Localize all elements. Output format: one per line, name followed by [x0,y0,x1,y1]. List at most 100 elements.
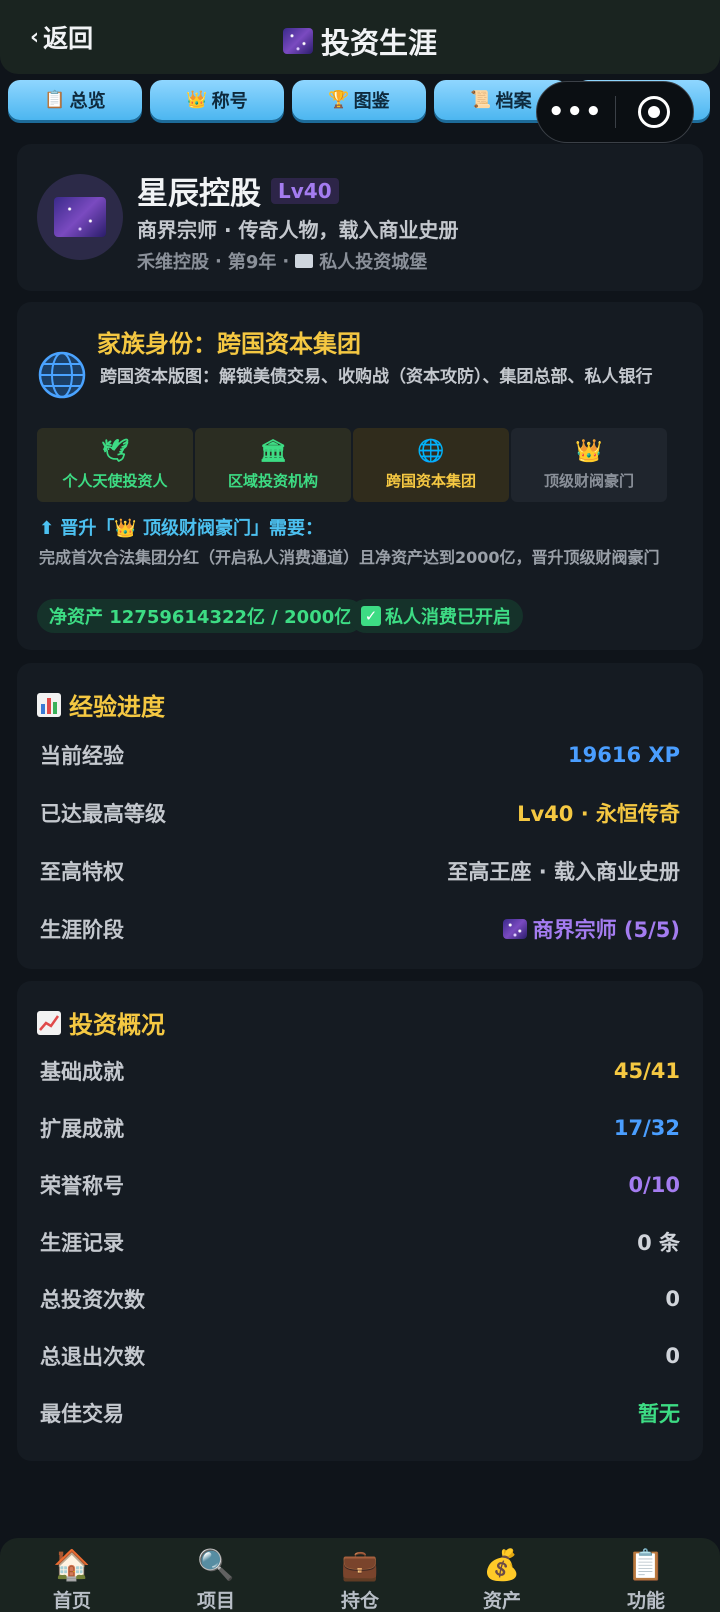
globe-icon: 🌐 [417,438,445,464]
profile-card: 星辰控股 Lv40 商界宗师 · 传奇人物，载入商业史册 禾维控股 · 第9年 … [17,144,703,291]
globe-icon [38,351,86,399]
tab-overview[interactable]: 📋 总览 [8,80,142,120]
nav-functions[interactable]: 📋 功能 [596,1548,696,1612]
row-label: 荣誉称号 [40,1174,124,1198]
bottom-nav: 🏠 首页 🔍 项目 💼 持仓 💰 资产 📋 功能 [0,1538,720,1612]
profile-meta: 禾维控股 · 第9年 · 私人投资城堡 [137,248,427,274]
upgrade-requirement: ⬆ 晋升「👑 顶级财阀豪门」需要： [39,514,323,540]
row-value: 暂无 [638,1402,680,1426]
row-value: 17/32 [613,1116,680,1140]
row-label: 当前经验 [40,744,124,768]
row-label: 基础成就 [40,1060,124,1084]
separator-dot: · [282,250,290,272]
miniprogram-capsule: ••• [536,81,694,143]
briefcase-icon: 💼 [341,1547,379,1583]
tier-label: 跨国资本集团 [385,471,476,490]
section-title-text: 投资概况 [69,1011,165,1039]
row-value: 19616 XP [568,743,680,767]
galaxy-icon [502,919,527,939]
private-spending-chip: ✓ 私人消费已开启 [349,599,523,633]
career-year: 第9年 [227,252,277,273]
dove-icon: 🕊 [101,438,129,464]
money-bag-icon: 💰 [483,1547,521,1583]
row-value: 0/10 [628,1173,680,1197]
trophy-icon: 🏆 [328,90,350,110]
row-value: 0 条 [637,1231,680,1255]
nav-label: 首页 [52,1590,91,1612]
tab-collection[interactable]: 🏆 图鉴 [292,80,426,120]
profile-name: 星辰控股 [137,176,261,212]
exp-row-stage: 生涯阶段 商界宗师 (5/5) [40,909,680,949]
invest-row-extended: 扩展成就 17/32 [40,1108,680,1148]
bar-chart-icon [37,692,61,717]
row-label: 生涯阶段 [40,918,124,942]
row-label: 生涯记录 [40,1231,124,1255]
target-icon [638,96,671,128]
house-icon: 🏠 [53,1547,91,1583]
invest-row-honor: 荣誉称号 0/10 [40,1165,680,1205]
row-label: 至高特权 [40,860,124,884]
profile-subtitle: 商界宗师 · 传奇人物，载入商业史册 [137,218,459,242]
exp-row-current: 当前经验 19616 XP [40,735,680,775]
check-icon: ✓ [361,606,381,626]
tab-titles[interactable]: 👑 称号 [150,80,284,120]
row-value: 0 [665,1344,680,1368]
level-badge: Lv40 [271,177,339,204]
tier-top-dynasty: 👑 顶级财阀豪门 [511,428,667,502]
top-bar: ‹ 返回 投资生涯 [0,0,720,74]
upgrade-title: 晋升「👑 顶级财阀豪门」需要： [60,518,324,539]
nav-projects[interactable]: 🔍 项目 [166,1548,266,1612]
family-title: 家族身份：跨国资本集团 [97,330,361,358]
trend-chart-icon [37,1010,61,1035]
row-label: 最佳交易 [40,1402,124,1426]
tier-regional-institution: 🏛 区域投资机构 [195,428,351,502]
galaxy-icon [54,197,106,237]
close-miniprogram-button[interactable] [616,96,694,128]
page-title-text: 投资生涯 [320,26,437,60]
crown-icon: 👑 [575,438,603,464]
nav-label: 持仓 [340,1590,379,1612]
tab-label: 称号 [211,91,248,112]
invest-row-total-exit: 总退出次数 0 [40,1336,680,1376]
tab-label: 图鉴 [353,91,390,112]
company-name: 禾维控股 [137,252,209,273]
invest-row-basic: 基础成就 45/41 [40,1051,680,1091]
nav-assets[interactable]: 💰 资产 [452,1548,552,1612]
nav-label: 资产 [482,1590,521,1612]
invest-row-total-invest: 总投资次数 0 [40,1279,680,1319]
row-label: 扩展成就 [40,1117,124,1141]
nav-home[interactable]: 🏠 首页 [22,1548,122,1612]
section-title-text: 经验进度 [69,693,165,721]
row-label: 已达最高等级 [40,802,166,826]
stage-text: 商界宗师 (5/5) [532,918,680,942]
avatar [37,174,123,260]
row-label: 总投资次数 [40,1288,145,1312]
private-spending-text: 私人消费已开启 [385,607,511,628]
exp-row-privilege: 至高特权 至高王座 · 载入商业史册 [40,851,680,891]
clipboard-icon: 📋 [627,1547,665,1583]
investment-title: 投资概况 [37,1005,165,1040]
scroll-icon: 📜 [470,90,492,110]
row-value: Lv40 · 永恒传奇 [517,802,680,826]
nav-label: 项目 [196,1590,235,1612]
tab-label: 总览 [69,91,106,112]
castle-icon [295,254,314,268]
invest-row-records: 生涯记录 0 条 [40,1222,680,1262]
nav-label: 功能 [626,1590,665,1612]
more-menu-button[interactable]: ••• [537,97,615,127]
residence: 私人投资城堡 [319,252,428,273]
tier-label: 顶级财阀豪门 [543,471,634,490]
row-value: 0 [665,1287,680,1311]
experience-card: 经验进度 当前经验 19616 XP 已达最高等级 Lv40 · 永恒传奇 至高… [17,663,703,969]
invest-row-best-deal: 最佳交易 暂无 [40,1393,680,1433]
tier-multinational-group: 🌐 跨国资本集团 [353,428,509,502]
family-description: 跨国资本版图：解锁美债交易、收购战（资本攻防）、集团总部、私人银行 [100,367,653,387]
nav-holdings[interactable]: 💼 持仓 [310,1548,410,1612]
tier-angel-investor: 🕊 个人天使投资人 [37,428,193,502]
upgrade-description: 完成首次合法集团分红（开启私人消费通道）且净资产达到2000亿，晋升顶级财阀豪门 [39,548,660,567]
investment-card: 投资概况 基础成就 45/41 扩展成就 17/32 荣誉称号 0/10 生涯记… [17,981,703,1461]
bank-icon: 🏛 [259,438,287,464]
galaxy-icon [282,28,313,54]
magnifier-icon: 🔍 [197,1547,235,1583]
row-value: 至高王座 · 载入商业史册 [447,860,680,884]
